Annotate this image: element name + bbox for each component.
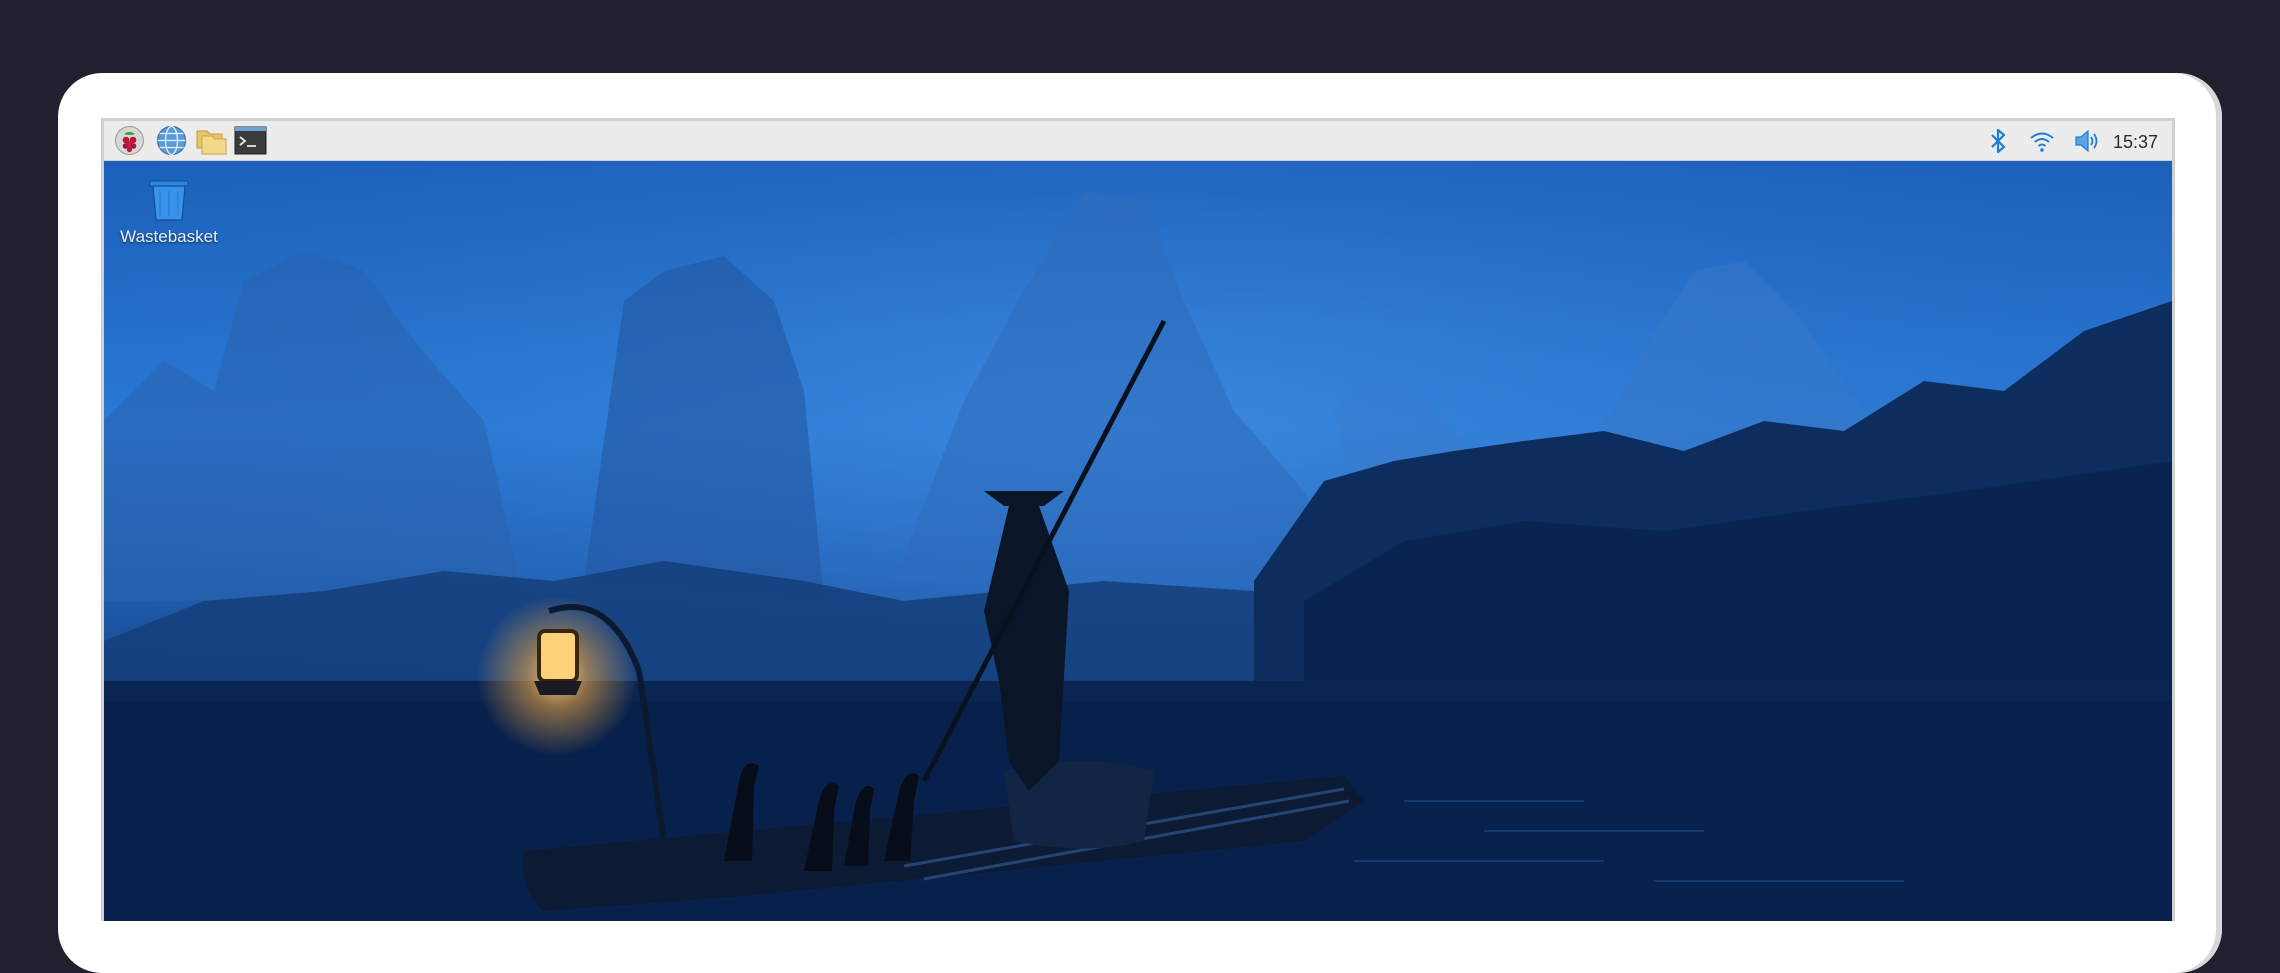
- bluetooth-icon[interactable]: [1984, 128, 2012, 154]
- wastebasket-label: Wastebasket: [120, 227, 218, 246]
- terminal-icon[interactable]: [234, 125, 267, 156]
- wastebasket-shortcut[interactable]: Wastebasket: [114, 175, 224, 247]
- file-manager-icon[interactable]: [195, 125, 228, 156]
- taskbar: 15:37: [104, 121, 2172, 161]
- wifi-icon[interactable]: [2028, 128, 2056, 154]
- volume-icon[interactable]: [2072, 128, 2100, 154]
- screen: 15:37 Wastebasket: [101, 118, 2175, 921]
- raspberry-menu-icon[interactable]: [113, 125, 146, 156]
- web-browser-icon[interactable]: [155, 125, 188, 156]
- wastebasket-icon: [144, 175, 194, 225]
- wallpaper: [104, 161, 2172, 921]
- clock[interactable]: 15:37: [2113, 132, 2158, 153]
- desktop[interactable]: Wastebasket: [104, 161, 2172, 921]
